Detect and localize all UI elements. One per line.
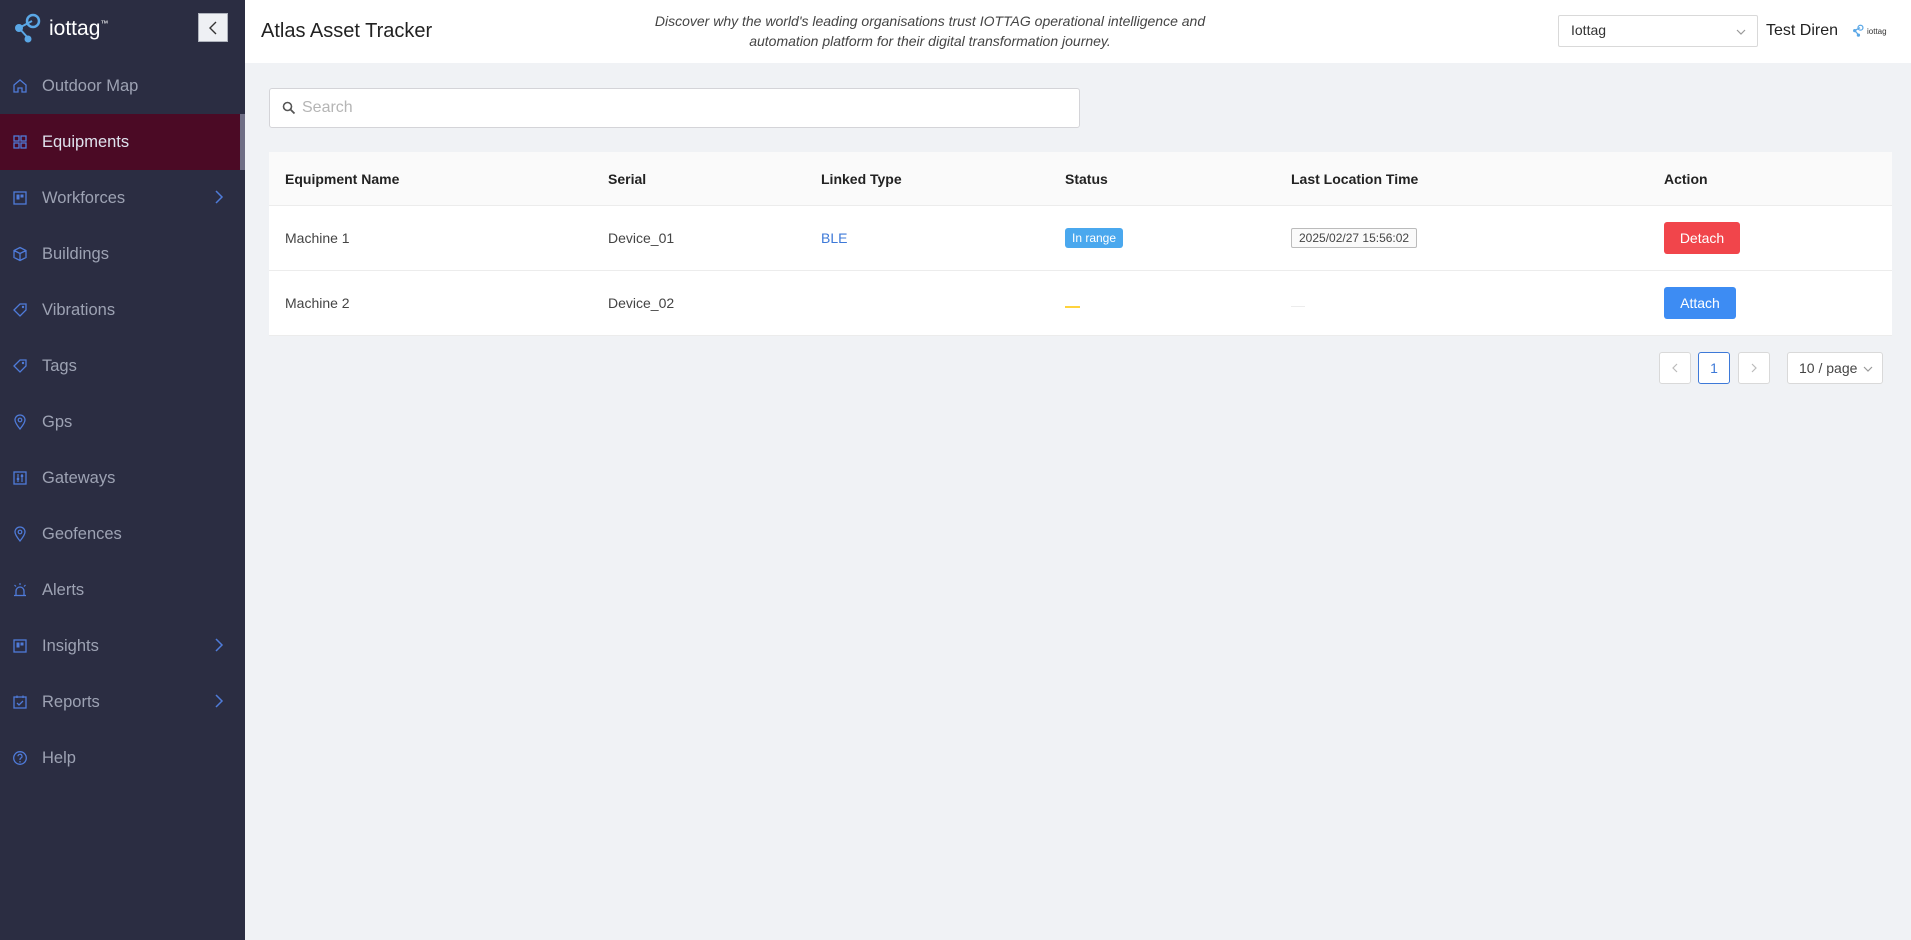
chevron-right-icon [1751,363,1757,373]
table-header-row: Equipment Name Serial Linked Type Status… [269,152,1892,206]
sidebar-item-reports[interactable]: Reports [0,674,245,730]
sidebar-item-label: Gateways [42,468,116,487]
help-circle-icon [12,750,28,766]
table-row: Machine 1 Device_01 BLE In range 2025/02… [269,206,1892,271]
page-size-select[interactable]: 10 / page [1787,352,1883,384]
attach-button[interactable]: Attach [1664,287,1736,319]
sidebar-item-label: Help [42,748,76,767]
alarm-icon [12,582,28,598]
brand-logo-text: iottag [1867,26,1887,36]
logo-text: iottag™ [49,16,109,40]
chevron-down-icon [1736,29,1746,35]
sidebar-item-help[interactable]: Help [0,730,245,786]
sidebar-item-geofences[interactable]: Geofences [0,506,245,562]
chevron-left-icon [1672,363,1678,373]
pagination-page-1[interactable]: 1 [1698,352,1730,384]
column-header-linked-type: Linked Type [821,170,902,187]
status-badge: In range [1065,228,1124,248]
location-pin-icon [12,526,28,542]
search-box[interactable] [269,88,1080,128]
pagination-prev-button[interactable] [1659,352,1691,384]
organization-select-value: Iottag [1571,22,1607,38]
sidebar-item-workforces[interactable]: Workforces [0,170,245,226]
sidebar-menu: Outdoor Map Equipments Workforces Buildi… [0,58,245,786]
sidebar-item-label: Geofences [42,524,122,543]
equipment-table: Equipment Name Serial Linked Type Status… [269,152,1892,336]
tag-icon [12,302,28,318]
location-pin-icon [12,414,28,430]
tag-icon [12,358,28,374]
sidebar-item-gateways[interactable]: Gateways [0,450,245,506]
board-icon [12,638,28,654]
table-row: Machine 2 Device_02 Attach [269,271,1892,336]
sidebar-item-buildings[interactable]: Buildings [0,226,245,282]
detach-button[interactable]: Detach [1664,222,1740,254]
page-size-value: 10 / page [1799,360,1858,376]
serial: Device_01 [608,230,675,246]
last-location-time: 2025/02/27 15:56:02 [1291,228,1418,248]
logo-icon [1853,24,1864,37]
serial: Device_02 [608,295,675,311]
search-input[interactable] [302,99,1062,117]
sliders-icon [12,470,28,486]
sidebar-item-label: Outdoor Map [42,76,139,95]
page-title: Atlas Asset Tracker [261,20,433,42]
sidebar-item-label: Alerts [42,580,85,599]
chevron-down-icon [1863,366,1873,372]
cube-icon [12,246,28,262]
sidebar-item-tags[interactable]: Tags [0,338,245,394]
sidebar-item-gps[interactable]: Gps [0,394,245,450]
sidebar-item-label: Equipments [42,132,130,151]
home-icon [12,78,28,94]
chevron-right-icon [215,694,224,708]
column-header-serial: Serial [608,170,647,187]
column-header-last-location-time: Last Location Time [1291,170,1419,187]
sidebar-item-label: Vibrations [42,300,116,319]
organization-select[interactable]: Iottag [1558,15,1758,47]
equipment-name: Machine 1 [285,230,350,246]
sidebar-item-label: Gps [42,412,73,431]
grid-icon [12,134,28,150]
column-header-action: Action [1664,170,1708,187]
column-header-equipment-name: Equipment Name [285,170,400,187]
sidebar-item-label: Tags [42,356,77,375]
sidebar-item-insights[interactable]: Insights [0,618,245,674]
last-location-time-empty [1291,305,1305,307]
chevron-left-icon [209,21,217,34]
sidebar-item-vibrations[interactable]: Vibrations [0,282,245,338]
brand-logo: iottag [1851,24,1887,38]
header-tagline: Discover why the world's leading organis… [654,13,1206,49]
board-icon [12,190,28,206]
collapse-sidebar-button[interactable] [198,13,228,42]
user-name[interactable]: Test Diren [1766,22,1838,40]
chevron-right-icon [215,638,224,652]
equipment-name: Machine 2 [285,295,350,311]
pagination-next-button[interactable] [1738,352,1770,384]
column-header-status: Status [1065,170,1108,187]
linked-type-link[interactable]: BLE [821,230,847,246]
top-header: Atlas Asset Tracker Discover why the wor… [245,0,1911,63]
chevron-right-icon [215,190,224,204]
sidebar: iottag™ Outdoor Map Equipments Workforce… [0,0,245,940]
status-empty-indicator [1065,306,1080,308]
sidebar-item-outdoor-map[interactable]: Outdoor Map [0,58,245,114]
checklist-icon [12,694,28,710]
sidebar-item-alerts[interactable]: Alerts [0,562,245,618]
logo-icon [10,12,44,46]
search-icon [282,101,296,115]
sidebar-item-equipments[interactable]: Equipments [0,114,245,170]
sidebar-item-label: Buildings [42,244,109,263]
